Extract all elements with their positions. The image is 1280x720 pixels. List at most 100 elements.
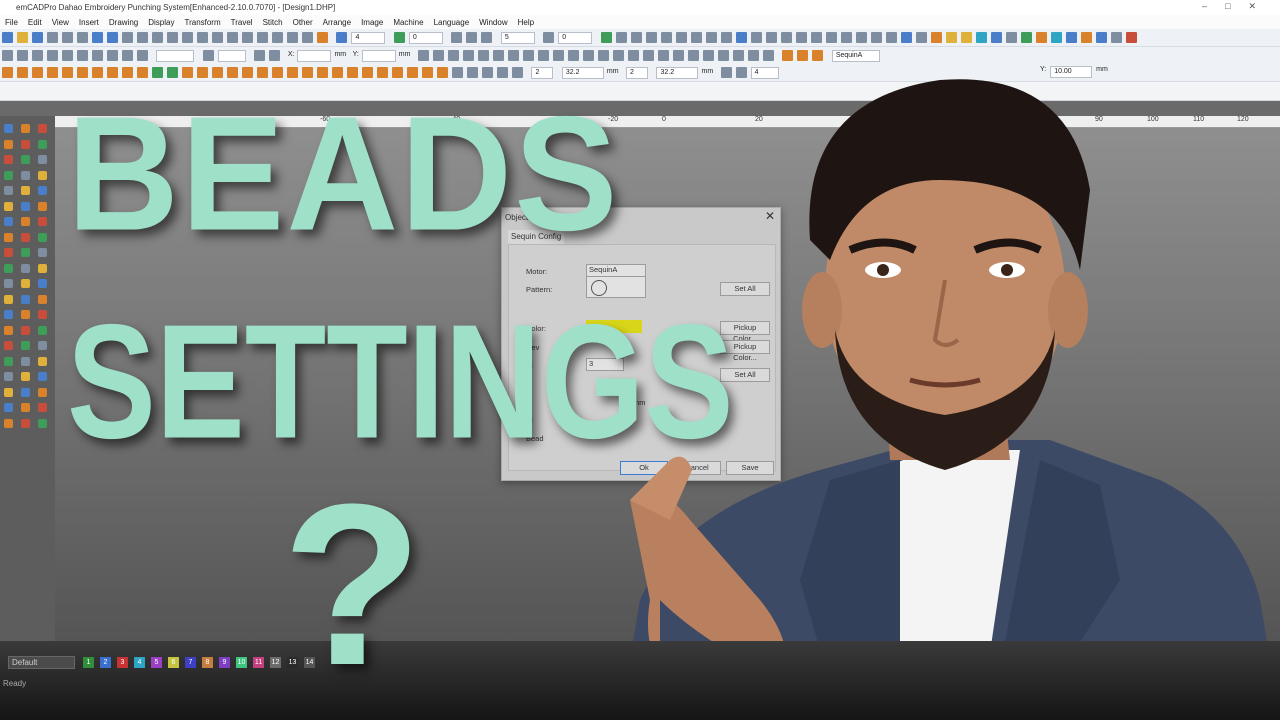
drawing-tool-icon[interactable] xyxy=(38,341,47,350)
stitch-type-icon[interactable] xyxy=(107,67,118,78)
stitch-type-icon[interactable] xyxy=(452,67,463,78)
edit-tool-icon[interactable] xyxy=(2,50,13,61)
stitch-type-icon[interactable] xyxy=(497,67,508,78)
menu-file[interactable]: File xyxy=(0,18,23,27)
menu-edit[interactable]: Edit xyxy=(23,18,47,27)
blank-field[interactable] xyxy=(217,50,246,62)
drawing-tool-icon[interactable] xyxy=(21,356,30,366)
menu-other[interactable]: Other xyxy=(288,18,318,27)
menu-window[interactable]: Window xyxy=(474,18,512,27)
palette-swatch-7[interactable]: 7 xyxy=(185,657,196,668)
stitch-tool-icon[interactable] xyxy=(182,32,193,43)
edit-tool-icon[interactable] xyxy=(202,50,214,61)
open-folder-icon[interactable] xyxy=(17,32,28,43)
menu-stitch[interactable]: Stitch xyxy=(258,18,288,27)
stitch-type-icon[interactable] xyxy=(137,67,148,78)
stitch-tool-icon[interactable] xyxy=(257,32,268,43)
menu-drawing[interactable]: Drawing xyxy=(104,18,143,27)
drawing-tool-icon[interactable] xyxy=(4,248,13,257)
drawing-tool-icon[interactable] xyxy=(38,232,47,242)
edit-tool-icon[interactable] xyxy=(122,50,133,61)
menu-arrange[interactable]: Arrange xyxy=(318,18,356,27)
stitch-type-icon[interactable] xyxy=(242,67,253,78)
drawing-tool-icon[interactable] xyxy=(38,418,47,428)
stitch-tool-icon[interactable] xyxy=(302,32,313,43)
palette-swatch-9[interactable]: 9 xyxy=(219,657,230,668)
drawing-tool-icon[interactable] xyxy=(21,387,30,397)
drawing-tool-icon[interactable] xyxy=(4,372,13,381)
paste-icon[interactable] xyxy=(77,32,88,43)
drawing-tool-icon[interactable] xyxy=(38,124,47,133)
cut-icon[interactable] xyxy=(47,32,58,43)
edit-tool-icon[interactable] xyxy=(269,50,281,61)
stitch-tool-icon[interactable] xyxy=(152,32,163,43)
folder-icon[interactable] xyxy=(317,32,328,43)
align-icon[interactable] xyxy=(552,50,564,61)
undo-icon[interactable] xyxy=(122,32,133,43)
palette-swatch-11[interactable]: 11 xyxy=(253,657,264,668)
stitch-type-icon[interactable] xyxy=(332,67,343,78)
edit-tool-icon[interactable] xyxy=(32,50,43,61)
drawing-tool-icon[interactable] xyxy=(38,139,47,149)
drawing-tool-icon[interactable] xyxy=(38,403,47,412)
align-icon[interactable] xyxy=(582,50,594,61)
align-icon[interactable] xyxy=(462,50,474,61)
stitch-tool-icon[interactable] xyxy=(167,32,178,43)
stitch-type-icon[interactable] xyxy=(512,67,523,78)
drawing-tool-icon[interactable] xyxy=(21,279,30,288)
align-icon[interactable] xyxy=(447,50,459,61)
palette-select[interactable]: Default xyxy=(8,656,75,669)
stitch-tool-icon[interactable] xyxy=(212,32,223,43)
color-icon[interactable] xyxy=(393,32,405,43)
drawing-tool-icon[interactable] xyxy=(21,155,30,164)
drawing-tool-icon[interactable] xyxy=(4,232,13,242)
zoom-icon[interactable] xyxy=(336,32,348,43)
stitch-type-icon[interactable] xyxy=(482,67,493,78)
drawing-tool-icon[interactable] xyxy=(38,294,47,304)
drawing-tool-icon[interactable] xyxy=(21,124,30,133)
stitch-type-icon[interactable] xyxy=(302,67,313,78)
stitch-type-icon[interactable] xyxy=(122,67,133,78)
drawing-tool-icon[interactable] xyxy=(21,201,30,211)
drawing-tool-icon[interactable] xyxy=(21,325,30,335)
menu-image[interactable]: Image xyxy=(356,18,388,27)
drawing-tool-icon[interactable] xyxy=(4,310,13,319)
drawing-tool-icon[interactable] xyxy=(38,279,47,288)
drawing-tool-icon[interactable] xyxy=(4,124,13,133)
drawing-tool-icon[interactable] xyxy=(4,294,13,304)
help-icon[interactable] xyxy=(107,32,118,43)
palette-swatch-4[interactable]: 4 xyxy=(134,657,145,668)
edit-tool-icon[interactable] xyxy=(47,50,58,61)
drawing-tool-icon[interactable] xyxy=(21,139,30,149)
drawing-tool-icon[interactable] xyxy=(38,170,47,180)
stitch-type-icon[interactable] xyxy=(437,67,448,78)
stitch-tool-icon[interactable] xyxy=(197,32,208,43)
stitch-type-icon[interactable] xyxy=(32,67,43,78)
align-icon[interactable] xyxy=(537,50,549,61)
drawing-tool-icon[interactable] xyxy=(38,310,47,319)
stitch-type-icon[interactable] xyxy=(467,67,478,78)
menu-display[interactable]: Display xyxy=(143,18,179,27)
drawing-tool-icon[interactable] xyxy=(4,170,13,180)
y-field[interactable] xyxy=(361,50,396,62)
palette-swatch-3[interactable]: 3 xyxy=(117,657,128,668)
stitch-type-icon[interactable] xyxy=(212,67,223,78)
drawing-tool-icon[interactable] xyxy=(21,418,30,428)
stitch-type-icon[interactable] xyxy=(347,67,358,78)
drawing-tool-icon[interactable] xyxy=(38,248,47,257)
stitch-type-icon[interactable] xyxy=(272,67,283,78)
align-icon[interactable] xyxy=(417,50,429,61)
stitch-type-icon[interactable] xyxy=(152,67,163,78)
palette-swatch-2[interactable]: 2 xyxy=(100,657,111,668)
tool-icon[interactable] xyxy=(481,32,493,43)
drawing-tool-icon[interactable] xyxy=(4,186,13,195)
stitch-type-icon[interactable] xyxy=(2,67,13,78)
drawing-tool-icon[interactable] xyxy=(4,279,13,288)
save-icon[interactable] xyxy=(32,32,43,43)
palette-swatch-1[interactable]: 1 xyxy=(83,657,94,668)
drawing-tool-icon[interactable] xyxy=(4,217,13,226)
edit-tool-icon[interactable] xyxy=(137,50,148,61)
drawing-tool-icon[interactable] xyxy=(4,356,13,366)
drawing-tool-icon[interactable] xyxy=(4,341,13,350)
param-field-b[interactable]: 32.2 xyxy=(561,67,604,79)
